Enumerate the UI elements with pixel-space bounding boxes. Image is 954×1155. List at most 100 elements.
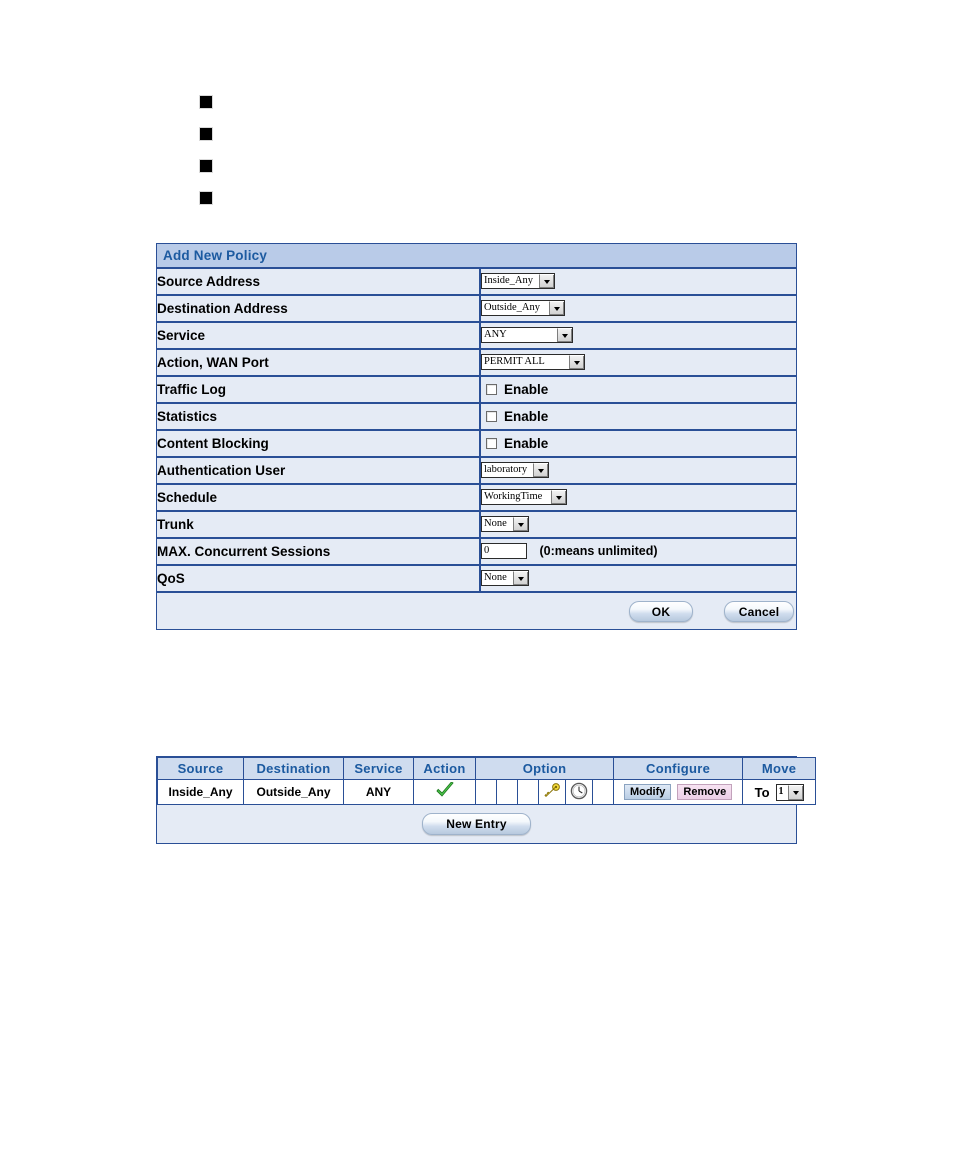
action-wan-port-select[interactable]: PERMIT ALL — [481, 354, 585, 371]
row-value: PERMIT ALL — [480, 349, 796, 377]
content-blocking-checkbox[interactable] — [486, 438, 497, 449]
panel-footer: OK Cancel — [157, 593, 796, 629]
move-position-select[interactable]: 1 — [775, 783, 804, 801]
row-value: None — [480, 565, 796, 593]
row-value: Enable — [480, 376, 796, 404]
row-label: Trunk — [157, 511, 481, 539]
square-bullet-icon — [199, 127, 213, 141]
clock-icon — [570, 782, 588, 800]
max-sessions-hint: (0:means unlimited) — [539, 544, 658, 559]
policy-form-table: Source Address Inside_Any Destination Ad… — [157, 269, 796, 593]
row-label: Schedule — [157, 484, 481, 512]
green-check-icon — [435, 780, 455, 800]
key-icon — [543, 782, 561, 799]
row-value: ANY — [480, 322, 796, 350]
cell-option-2 — [496, 779, 518, 805]
list-item — [199, 86, 213, 118]
row-value: Outside_Any — [480, 295, 796, 323]
cell-option-clock — [565, 779, 593, 805]
cell-option-1 — [475, 779, 497, 805]
column-header-move: Move — [742, 757, 817, 780]
form-row-authentication-user: Authentication User laboratory — [157, 457, 796, 485]
chevron-down-icon[interactable] — [549, 301, 564, 316]
row-value: 0 (0:means unlimited) — [480, 538, 796, 566]
column-header-service: Service — [343, 757, 414, 780]
cell-move: To 1 — [742, 779, 817, 805]
row-label: Destination Address — [157, 295, 481, 323]
modify-button[interactable]: Modify — [623, 784, 672, 800]
row-value: None — [480, 511, 796, 539]
list-item — [199, 182, 213, 214]
column-header-configure: Configure — [613, 757, 744, 780]
row-label: Content Blocking — [157, 430, 481, 458]
service-select[interactable]: ANY — [481, 327, 573, 344]
form-row-schedule: Schedule WorkingTime — [157, 484, 796, 512]
form-row-action-wan-port: Action, WAN Port PERMIT ALL — [157, 349, 796, 377]
statistics-checkbox[interactable] — [486, 411, 497, 422]
add-new-policy-panel: Add New Policy Source Address Inside_Any… — [156, 243, 797, 630]
row-label: QoS — [157, 565, 481, 593]
chevron-down-icon[interactable] — [513, 571, 528, 586]
form-row-qos: QoS None — [157, 565, 796, 593]
cell-service: ANY — [343, 779, 414, 805]
form-row-source-address: Source Address Inside_Any — [157, 269, 796, 296]
row-label: Source Address — [157, 269, 481, 296]
checkbox-label: Enable — [504, 382, 549, 397]
form-row-trunk: Trunk None — [157, 511, 796, 539]
move-to-label: To — [754, 784, 770, 800]
table-header-row: Source Destination Service Action Option… — [157, 757, 817, 780]
row-value: Enable — [480, 430, 796, 458]
cell-action — [413, 779, 476, 805]
column-header-source: Source — [157, 757, 244, 780]
form-row-statistics: Statistics Enable — [157, 403, 796, 431]
checkbox-label: Enable — [504, 409, 549, 424]
chevron-down-icon[interactable] — [551, 490, 566, 505]
row-value: Enable — [480, 403, 796, 431]
max-concurrent-sessions-input[interactable]: 0 — [481, 543, 527, 560]
new-entry-button[interactable]: New Entry — [422, 813, 531, 835]
form-row-traffic-log: Traffic Log Enable — [157, 376, 796, 404]
remove-button[interactable]: Remove — [677, 784, 733, 800]
row-label: MAX. Concurrent Sessions — [157, 538, 481, 566]
form-row-destination-address: Destination Address Outside_Any — [157, 295, 796, 323]
chevron-down-icon[interactable] — [557, 328, 572, 343]
table-row: Inside_Any Outside_Any ANY Modify Remove… — [157, 779, 817, 805]
row-label: Traffic Log — [157, 376, 481, 404]
chevron-down-icon[interactable] — [787, 784, 803, 800]
chevron-down-icon[interactable] — [569, 355, 584, 370]
schedule-select[interactable]: WorkingTime — [481, 489, 567, 506]
ok-button[interactable]: OK — [629, 601, 693, 622]
cell-destination: Outside_Any — [243, 779, 344, 805]
chevron-down-icon[interactable] — [513, 517, 528, 532]
column-header-destination: Destination — [243, 757, 344, 780]
row-label: Statistics — [157, 403, 481, 431]
list-footer: New Entry — [157, 805, 796, 843]
row-label: Action, WAN Port — [157, 349, 481, 377]
qos-select[interactable]: None — [481, 570, 529, 587]
chevron-down-icon[interactable] — [533, 463, 548, 478]
row-label: Authentication User — [157, 457, 481, 485]
cell-source: Inside_Any — [157, 779, 244, 805]
chevron-down-icon[interactable] — [539, 274, 554, 289]
traffic-log-checkbox[interactable] — [486, 384, 497, 395]
square-bullet-icon — [199, 159, 213, 173]
square-bullet-icon — [199, 95, 213, 109]
row-value: WorkingTime — [480, 484, 796, 512]
form-row-service: Service ANY — [157, 322, 796, 350]
cell-configure: Modify Remove — [613, 779, 744, 805]
bullet-list — [199, 86, 213, 214]
trunk-select[interactable]: None — [481, 516, 529, 533]
form-row-content-blocking: Content Blocking Enable — [157, 430, 796, 458]
cell-option-3 — [517, 779, 539, 805]
cell-option-key — [538, 779, 566, 805]
cell-option-6 — [591, 779, 615, 805]
column-header-action: Action — [413, 757, 476, 780]
cancel-button[interactable]: Cancel — [724, 601, 794, 622]
destination-address-select[interactable]: Outside_Any — [481, 300, 565, 317]
list-item — [199, 150, 213, 182]
source-address-select[interactable]: Inside_Any — [481, 273, 555, 290]
authentication-user-select[interactable]: laboratory — [481, 462, 549, 479]
checkbox-label: Enable — [504, 436, 549, 451]
policy-list-panel: Source Destination Service Action Option… — [156, 756, 817, 844]
square-bullet-icon — [199, 191, 213, 205]
